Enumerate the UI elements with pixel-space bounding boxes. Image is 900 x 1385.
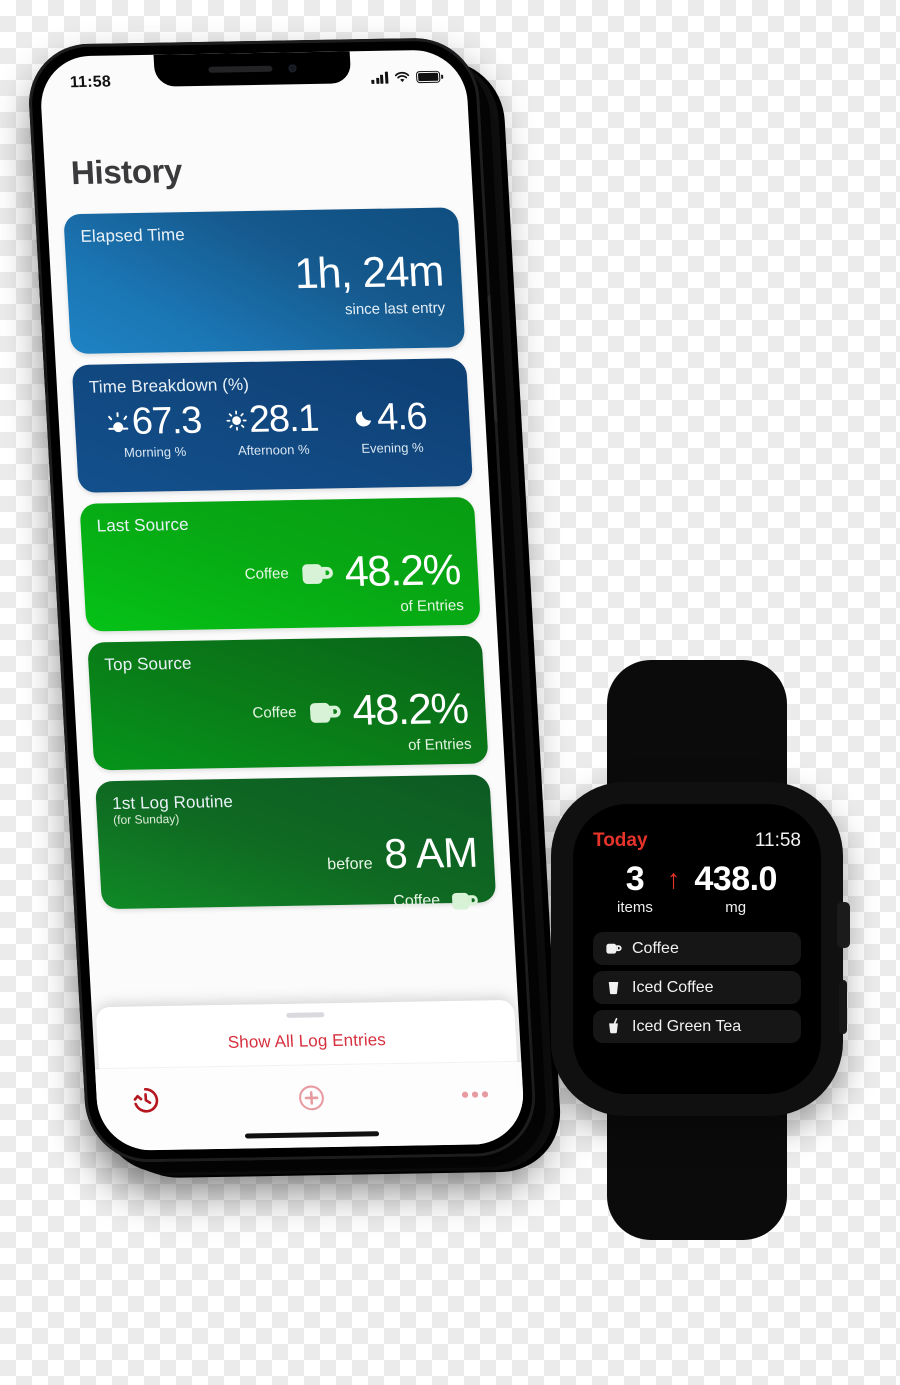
metric-unit: mg (725, 899, 747, 916)
breakdown-value: 28.1 (247, 397, 320, 441)
breakdown-value: 4.6 (375, 395, 428, 439)
bottom-toolbar (95, 1061, 526, 1152)
battery-icon (415, 70, 441, 84)
card-title: Last Source (96, 514, 190, 536)
page-title: History (69, 152, 183, 192)
ellipsis-more-icon[interactable] (461, 1089, 490, 1099)
breakdown-column-afternoon: 28.1 Afternoon % (213, 397, 333, 459)
sun-icon (226, 410, 247, 431)
watch-quick-add-list: Coffee Iced Coffee Iced Green Tea (593, 932, 801, 1043)
notch (153, 51, 352, 87)
phone-screen: 11:58 History Elapsed Time 1h, 24m since… (38, 49, 526, 1152)
source-percent: 48.2% (351, 684, 469, 735)
apple-watch-mockup: Today 11:58 3 items ↑ 438.0 mg Coffee Ic… (545, 660, 855, 1240)
source-name: Coffee (392, 892, 441, 911)
watch-side-button[interactable] (839, 980, 847, 1034)
routine-source-row: Coffee (117, 885, 481, 923)
watch-metric-items: 3 items (617, 862, 653, 916)
watch-metrics: 3 items ↑ 438.0 mg (593, 862, 801, 916)
breakdown-value: 67.3 (130, 399, 203, 443)
list-item-label: Iced Green Tea (632, 1017, 742, 1035)
list-item-label: Iced Coffee (632, 978, 714, 996)
moon-icon (355, 411, 372, 427)
last-source-row: Coffee 48.2% (98, 546, 463, 601)
source-percent: 48.2% (343, 546, 462, 597)
list-item[interactable]: Iced Green Tea (593, 1010, 801, 1043)
sunrise-icon (107, 412, 129, 433)
coffee-mug-icon (606, 943, 622, 954)
coffee-mug-icon (451, 892, 478, 910)
card-last-source[interactable]: Last Source Coffee 48.2% of Entries (79, 496, 481, 632)
front-camera-icon (288, 64, 297, 73)
elapsed-time-footer: since last entry (344, 299, 446, 319)
wifi-icon (394, 71, 410, 83)
routine-value-row: before 8 AM (114, 829, 479, 883)
watch-header: Today 11:58 (593, 830, 801, 852)
card-title: Time Breakdown (%) (88, 374, 250, 397)
card-top-source[interactable]: Top Source Coffee 48.2% of Entries (87, 635, 489, 771)
coffee-mug-icon (309, 702, 341, 723)
coffee-mug-icon (302, 563, 333, 584)
metric-value: 438.0 (694, 860, 777, 898)
watch-body: Today 11:58 3 items ↑ 438.0 mg Coffee Ic… (551, 782, 850, 1116)
history-clock-icon[interactable] (130, 1085, 162, 1115)
watch-time: 11:58 (754, 830, 801, 851)
digital-crown[interactable] (837, 902, 850, 948)
source-name: Coffee (244, 565, 290, 583)
list-item[interactable]: Iced Coffee (593, 971, 801, 1004)
card-first-log-routine[interactable]: 1st Log Routine (for Sunday) before 8 AM… (94, 774, 497, 910)
iced-cup-icon (608, 981, 619, 995)
metric-value: 3 (625, 860, 645, 898)
list-item[interactable]: Coffee (593, 932, 801, 965)
breakdown-columns: 67.3 Morning % 28.1 Afternoon % 4.6 Even… (90, 395, 455, 461)
breakdown-column-morning: 67.3 Morning % (94, 399, 214, 461)
phone-body: 11:58 History Elapsed Time 1h, 24m since… (25, 37, 539, 1164)
watch-screen: Today 11:58 3 items ↑ 438.0 mg Coffee Ic… (573, 804, 821, 1094)
elapsed-time-value: 1h, 24m (293, 247, 445, 299)
source-name: Coffee (252, 703, 297, 722)
watch-metric-mg: 438.0 mg (694, 862, 777, 916)
up-arrow-icon: ↑ (666, 864, 681, 894)
status-bar-indicators (371, 70, 441, 84)
top-source-row: Coffee 48.2% (106, 685, 471, 740)
card-title: Elapsed Time (80, 225, 186, 246)
routine-time: 8 AM (382, 828, 479, 878)
breakdown-column-evening: 4.6 Evening % (331, 395, 451, 456)
card-elapsed-time[interactable]: Elapsed Time 1h, 24m since last entry (63, 207, 466, 355)
iphone-mockup: 11:58 History Elapsed Time 1h, 24m since… (25, 37, 564, 1193)
add-plus-circle-icon[interactable] (296, 1083, 327, 1112)
watch-today-label: Today (593, 830, 648, 851)
source-footer: of Entries (399, 597, 465, 616)
card-time-breakdown[interactable]: Time Breakdown (%) 67.3 Morning % 28.1 A… (71, 358, 474, 493)
status-bar-time: 11:58 (69, 73, 112, 92)
breakdown-label: Afternoon % (237, 441, 310, 459)
routine-before-label: before (326, 855, 374, 874)
sheet-grabber[interactable] (286, 1012, 325, 1018)
breakdown-label: Morning % (123, 443, 187, 461)
history-screen: History Elapsed Time 1h, 24m since last … (41, 95, 526, 1151)
cellular-signal-icon (371, 71, 389, 84)
show-all-log-entries-button[interactable]: Show All Log Entries (97, 1028, 516, 1055)
card-title: Top Source (103, 653, 193, 675)
metric-unit: items (617, 899, 653, 916)
source-footer: of Entries (407, 735, 472, 754)
list-item-label: Coffee (632, 939, 679, 957)
breakdown-label: Evening % (360, 439, 424, 456)
straw-cup-icon (609, 1017, 618, 1034)
earpiece-speaker (208, 65, 273, 73)
